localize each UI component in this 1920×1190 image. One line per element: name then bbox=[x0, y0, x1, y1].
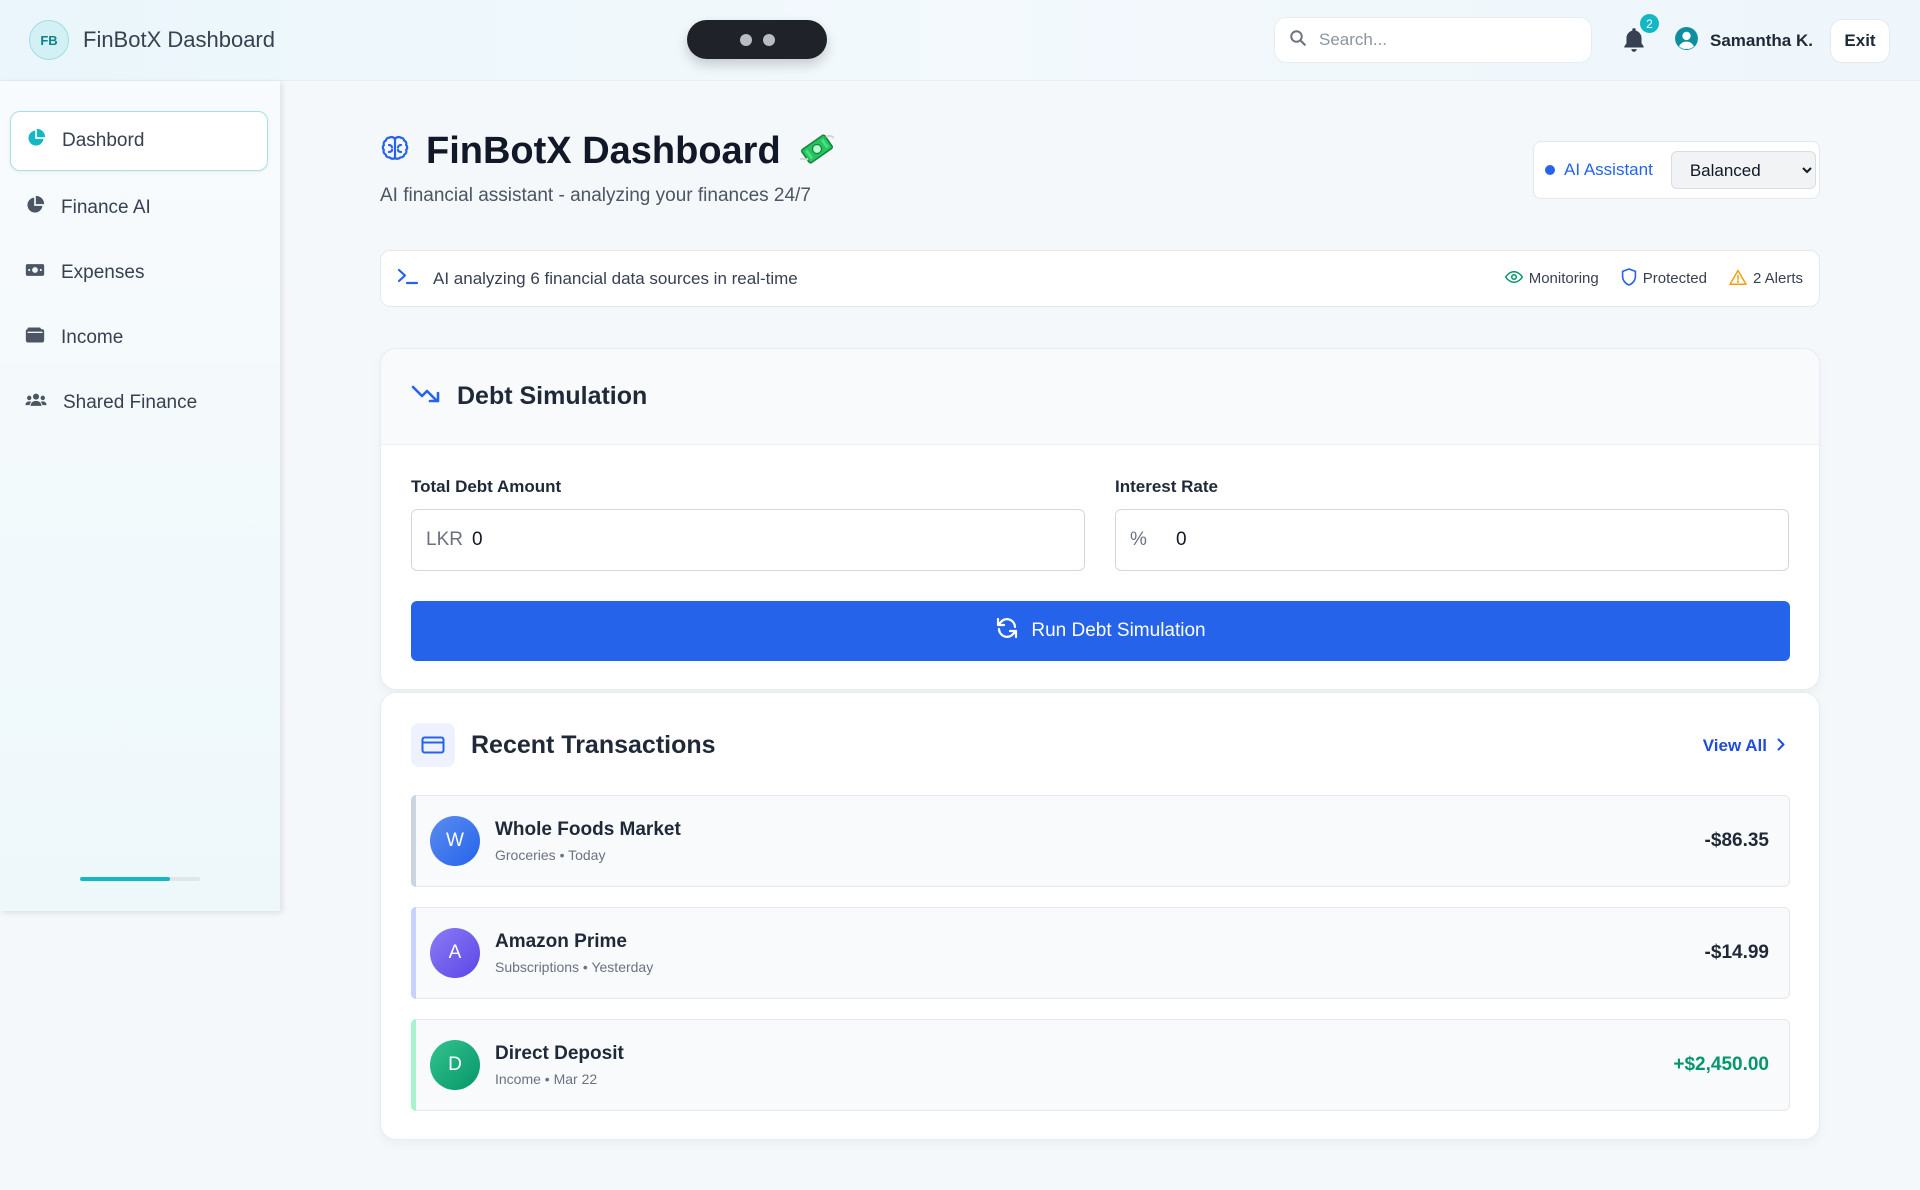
transaction-name: Direct Deposit bbox=[495, 1043, 624, 1064]
alerts-indicator[interactable]: 2 Alerts bbox=[1729, 269, 1803, 289]
sidebar-item-shared-finance[interactable]: Shared Finance bbox=[10, 373, 268, 433]
app-title: FinBotX Dashboard bbox=[83, 27, 275, 52]
credit-card-icon bbox=[411, 723, 455, 767]
debt-card-title: Debt Simulation bbox=[457, 382, 648, 410]
user-name: Samantha K. bbox=[1710, 31, 1813, 50]
eye-icon bbox=[1504, 270, 1523, 288]
interest-rate-label: Interest Rate bbox=[1115, 477, 1218, 496]
view-all-label: View All bbox=[1702, 736, 1767, 755]
ai-status-text: AI analyzing 6 financial data sources in… bbox=[433, 268, 798, 288]
recent-transactions-card: Recent Transactions View All W Whole Foo… bbox=[380, 692, 1820, 1140]
page-subtitle: AI financial assistant - analyzing your … bbox=[380, 185, 811, 206]
sidebar-item-label: Finance AI bbox=[61, 197, 151, 218]
debt-simulation-card: Debt Simulation Total Debt Amount LKR In… bbox=[380, 348, 1820, 690]
sidebar-item-label: Income bbox=[61, 327, 124, 348]
transaction-name: Whole Foods Market bbox=[495, 819, 681, 840]
pie-chart-icon bbox=[25, 195, 45, 221]
currency-prefix: LKR bbox=[426, 529, 463, 550]
merchant-avatar: W bbox=[430, 816, 480, 866]
ai-assistant-control: AI Assistant Balanced bbox=[1533, 141, 1820, 199]
search-input[interactable] bbox=[1319, 30, 1569, 50]
merchant-avatar: A bbox=[430, 928, 480, 978]
shield-icon bbox=[1621, 267, 1637, 290]
row-accent-stripe bbox=[411, 1019, 416, 1111]
status-dot bbox=[1545, 165, 1555, 175]
total-debt-field[interactable]: LKR bbox=[411, 509, 1085, 571]
view-all-link[interactable]: View All bbox=[1703, 736, 1785, 756]
brand[interactable]: FB FinBotX Dashboard bbox=[29, 20, 275, 60]
notification-badge: 2 bbox=[1640, 14, 1659, 33]
row-accent-stripe bbox=[411, 907, 416, 999]
logo: FB bbox=[29, 20, 69, 60]
pie-chart-icon bbox=[26, 128, 46, 154]
protected-indicator: Protected bbox=[1621, 267, 1707, 290]
sidebar-item-income[interactable]: Income bbox=[10, 308, 268, 368]
terminal-icon bbox=[397, 267, 419, 290]
trend-down-icon bbox=[411, 384, 441, 409]
sidebar-item-label: Expenses bbox=[61, 262, 145, 283]
run-button-label: Run Debt Simulation bbox=[1031, 620, 1206, 641]
merchant-avatar: D bbox=[430, 1040, 480, 1090]
ai-assistant-label: AI Assistant bbox=[1564, 160, 1653, 179]
money-with-wings-icon bbox=[797, 131, 837, 172]
alerts-label: 2 Alerts bbox=[1752, 270, 1803, 287]
sidebar-item-expenses[interactable]: Expenses bbox=[10, 243, 268, 303]
page-title: FinBotX Dashboard bbox=[426, 130, 781, 172]
interest-rate-input[interactable] bbox=[1176, 529, 1736, 551]
wallet-icon bbox=[25, 326, 45, 350]
protected-label: Protected bbox=[1642, 270, 1707, 287]
sidebar-progress-fill bbox=[80, 877, 170, 881]
transaction-row[interactable]: W Whole Foods Market Groceries • Today -… bbox=[411, 795, 1790, 887]
sidebar-item-label: Dashbord bbox=[62, 130, 145, 151]
monitoring-indicator: Monitoring bbox=[1504, 270, 1599, 288]
transaction-meta: Income • Mar 22 bbox=[495, 1071, 598, 1087]
ai-mode-select[interactable]: Balanced bbox=[1670, 151, 1816, 189]
interest-rate-field[interactable]: % bbox=[1115, 509, 1789, 571]
user-menu[interactable]: Samantha K. bbox=[1674, 26, 1813, 56]
ai-status-bar: AI analyzing 6 financial data sources in… bbox=[380, 250, 1820, 307]
warning-icon bbox=[1729, 269, 1747, 289]
transaction-amount: -$86.35 bbox=[1704, 830, 1769, 851]
search-icon bbox=[1289, 29, 1307, 52]
sidebar-progress-bar bbox=[80, 877, 200, 881]
top-bar: FB FinBotX Dashboard 2 Samantha K. Exit bbox=[0, 0, 1920, 81]
exit-button[interactable]: Exit bbox=[1830, 19, 1890, 63]
page-heading: FinBotX Dashboard AI financial assistant… bbox=[380, 130, 837, 207]
transaction-meta: Groceries • Today bbox=[495, 847, 606, 863]
transaction-row[interactable]: A Amazon Prime Subscriptions • Yesterday… bbox=[411, 907, 1790, 999]
total-debt-input[interactable] bbox=[472, 529, 1032, 551]
pill-dot bbox=[762, 33, 775, 46]
sidebar-item-label: Shared Finance bbox=[63, 392, 198, 413]
chevron-right-icon bbox=[1777, 736, 1785, 756]
transaction-row[interactable]: D Direct Deposit Income • Mar 22 +$2,450… bbox=[411, 1019, 1790, 1111]
transaction-amount: -$14.99 bbox=[1704, 942, 1769, 963]
refresh-icon bbox=[995, 616, 1019, 646]
transactions-title: Recent Transactions bbox=[471, 730, 716, 759]
sidebar-item-finance-ai[interactable]: Finance AI bbox=[10, 178, 268, 238]
sidebar: Dashbord Finance AI Expenses Income Shar… bbox=[0, 81, 280, 911]
row-accent-stripe bbox=[411, 795, 416, 887]
money-bill-icon bbox=[25, 262, 45, 284]
sidebar-item-dashboard[interactable]: Dashbord bbox=[10, 111, 268, 171]
search-box[interactable] bbox=[1274, 17, 1592, 63]
transaction-name: Amazon Prime bbox=[495, 931, 627, 952]
brain-icon bbox=[380, 134, 410, 169]
debt-card-header: Debt Simulation bbox=[381, 349, 1819, 445]
window-control-pill[interactable] bbox=[687, 20, 827, 59]
transaction-amount: +$2,450.00 bbox=[1673, 1054, 1769, 1075]
percent-prefix: % bbox=[1130, 529, 1147, 550]
transaction-meta: Subscriptions • Yesterday bbox=[495, 959, 654, 975]
run-debt-simulation-button[interactable]: Run Debt Simulation bbox=[411, 601, 1790, 661]
monitoring-label: Monitoring bbox=[1528, 270, 1599, 287]
pill-dot bbox=[739, 33, 752, 46]
users-icon bbox=[25, 392, 47, 414]
total-debt-label: Total Debt Amount bbox=[411, 477, 562, 496]
user-circle-icon bbox=[1674, 26, 1699, 56]
